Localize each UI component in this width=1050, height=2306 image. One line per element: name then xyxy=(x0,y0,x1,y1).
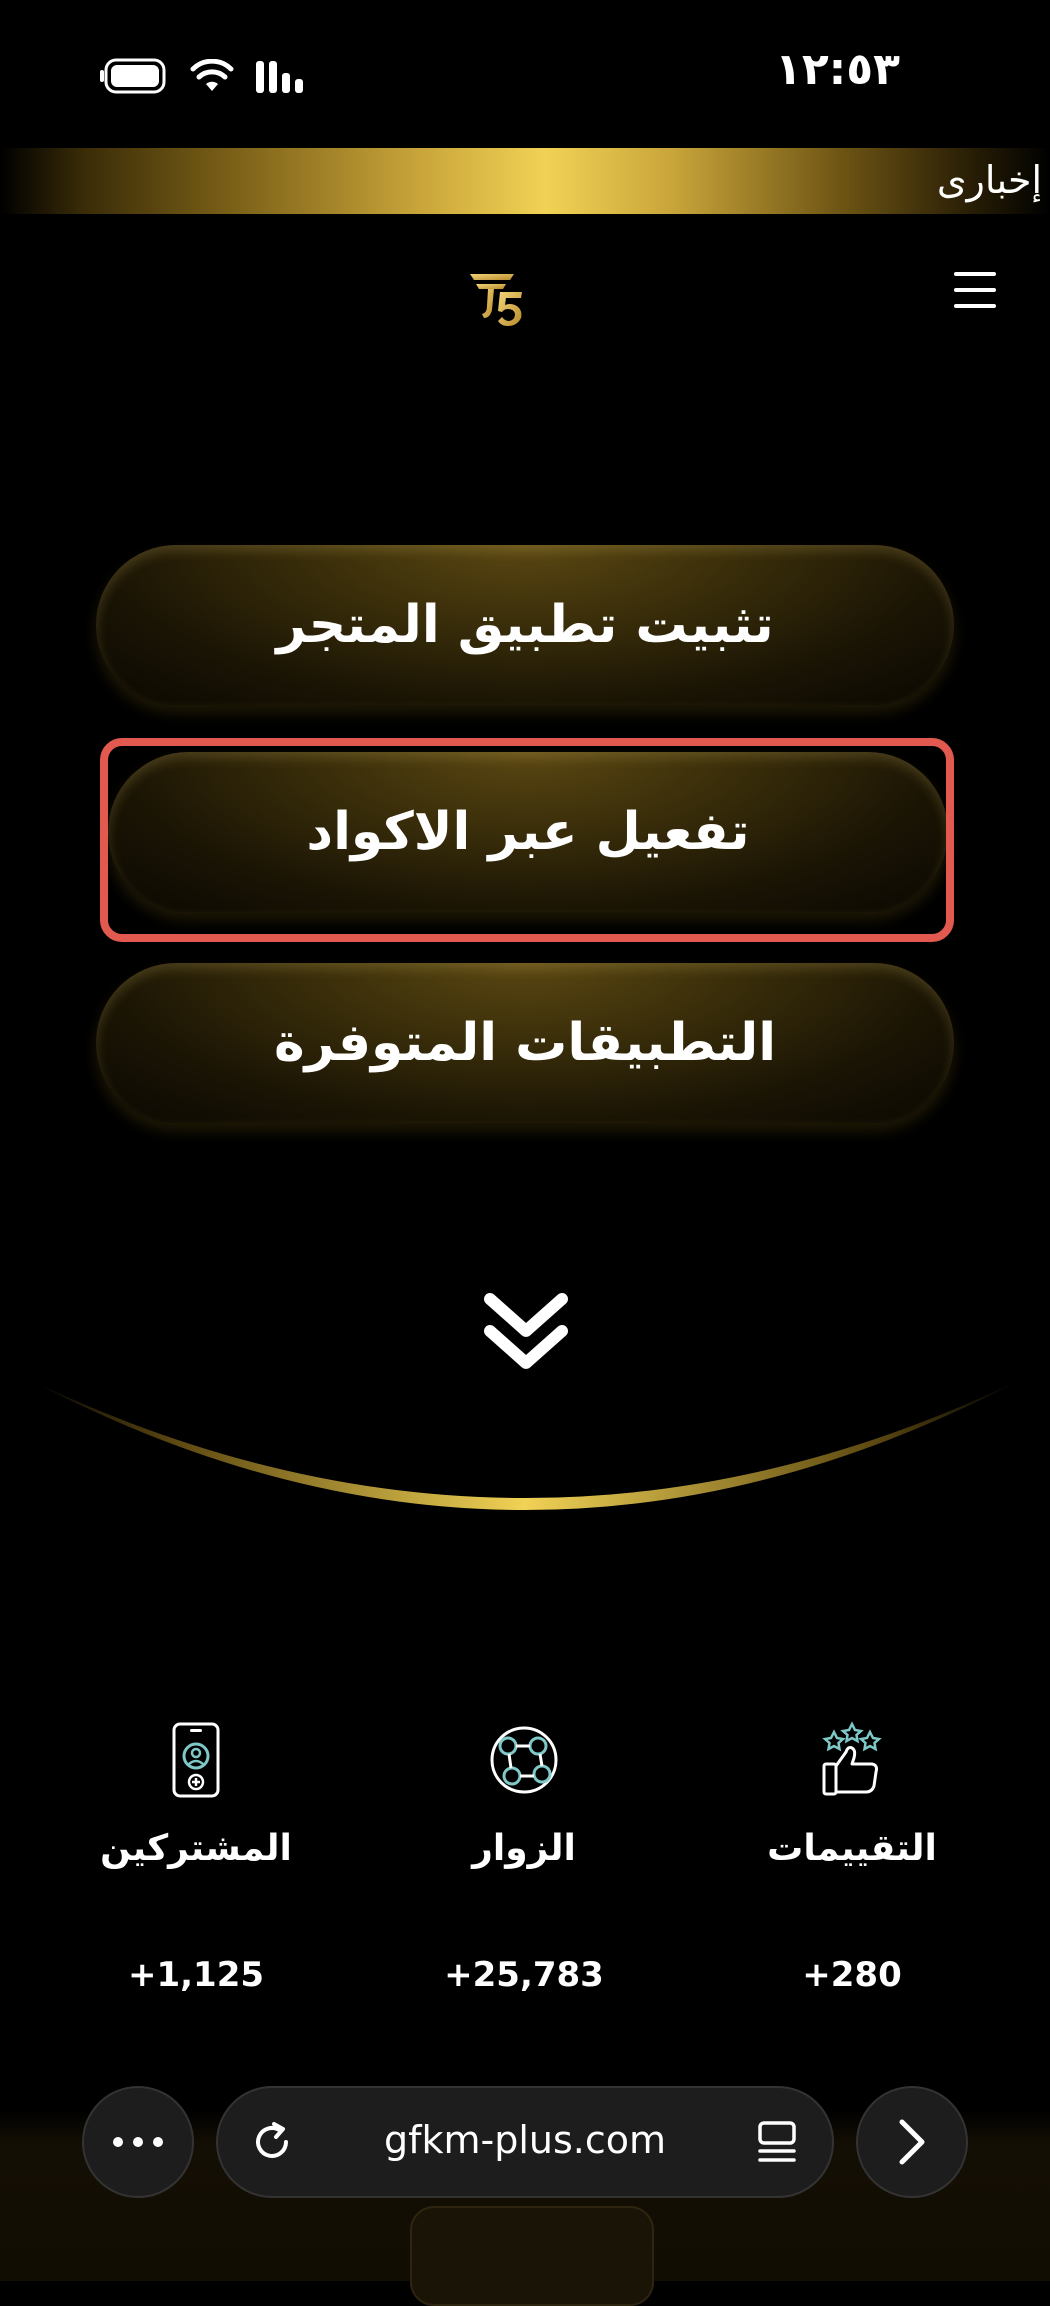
stat-visitors: الزوار +25,783 xyxy=(394,1720,654,1995)
more-icon xyxy=(113,2137,163,2147)
stat-ratings-value: +280 xyxy=(802,1955,902,1995)
double-chevron-down-icon[interactable] xyxy=(478,1285,574,1381)
battery-icon xyxy=(100,58,166,94)
thumbs-up-stars-icon xyxy=(822,1721,882,1796)
signal-icon xyxy=(256,61,303,93)
more-button[interactable] xyxy=(82,2086,194,2198)
globe-network-icon xyxy=(490,1726,558,1794)
stat-subscribers: المشتركين +1,125 xyxy=(66,1720,326,1995)
wifi-icon xyxy=(190,59,234,91)
ticker-text: إخبارى xyxy=(936,158,1042,202)
stat-ratings-label: التقييمات xyxy=(767,1828,937,1869)
status-time: ١٢:٥٣ xyxy=(774,44,900,95)
gfkm-logo-icon[interactable] xyxy=(466,268,528,328)
activate-via-codes-button[interactable]: تفعيل عبر الاكواد xyxy=(108,752,948,912)
stat-subscribers-label: المشتركين xyxy=(100,1828,292,1869)
address-bar[interactable]: gfkm-plus.com xyxy=(216,2086,834,2198)
forward-button[interactable] xyxy=(856,2086,968,2198)
background-tab-preview xyxy=(410,2206,654,2306)
stat-visitors-label: الزوار xyxy=(472,1828,576,1869)
status-icons xyxy=(100,58,312,94)
status-bar: ١٢:٥٣ xyxy=(0,0,1050,140)
url-text: gfkm-plus.com xyxy=(383,2118,667,2162)
gold-arc-divider xyxy=(30,1380,1020,1510)
reader-mode-icon[interactable] xyxy=(756,2120,798,2164)
news-ticker: إخبارى xyxy=(0,148,1050,214)
stat-visitors-value: +25,783 xyxy=(444,1955,604,1995)
phone-user-icon xyxy=(172,1722,220,1798)
forward-icon xyxy=(899,2119,925,2165)
available-apps-button[interactable]: التطبيقات المتوفرة xyxy=(96,963,954,1123)
install-store-app-button[interactable]: تثبيت تطبيق المتجر xyxy=(96,545,954,705)
hamburger-menu-icon[interactable] xyxy=(952,270,998,310)
stat-ratings: التقييمات +280 xyxy=(722,1720,982,1995)
stat-subscribers-value: +1,125 xyxy=(127,1955,265,1995)
